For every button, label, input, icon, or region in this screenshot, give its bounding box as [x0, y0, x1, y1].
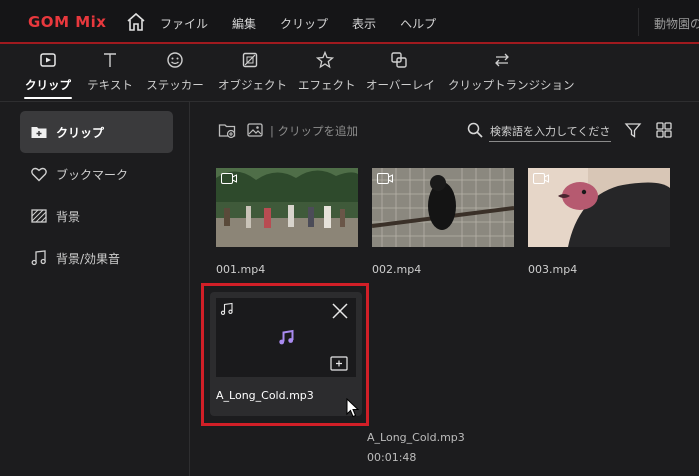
sidebar-item-label: ブックマーク	[56, 168, 129, 182]
search-input[interactable]	[489, 122, 611, 142]
drag-preview-filename: A_Long_Cold.mp3	[367, 431, 465, 444]
grid-view-icon[interactable]	[655, 121, 673, 139]
tab-label: クリップトランジション	[448, 78, 575, 92]
sidebar-item-label: 背景/効果音	[56, 252, 121, 266]
clip-thumbnail-003[interactable]	[528, 168, 670, 247]
effect-icon	[316, 51, 334, 69]
sidebar-item-background[interactable]: 背景	[20, 195, 173, 237]
tab-label: ステッカー	[146, 78, 204, 92]
add-image-icon[interactable]	[246, 121, 264, 139]
tab-label: オブジェクト	[218, 78, 287, 92]
sidebar-item-label: クリップ	[56, 126, 105, 140]
object-icon	[242, 52, 258, 68]
tab-clip[interactable]: クリップ	[20, 46, 76, 102]
tab-clip-transition[interactable]: クリップトランジション	[448, 46, 575, 102]
media-toolbar: クリップ テキスト ステッカー オブジェクト エフェクト オーバーレイ クリップ…	[0, 46, 699, 102]
music-note-icon	[31, 250, 46, 266]
library-toolbar: | クリップを追加	[191, 102, 699, 156]
clip-thumbnail-002[interactable]	[372, 168, 514, 247]
menu-clip[interactable]: クリップ	[280, 15, 328, 32]
app-logo: GOM Mix	[28, 13, 107, 31]
tab-sticker[interactable]: ステッカー	[146, 46, 204, 102]
audio-clip-filename: A_Long_Cold.mp3	[216, 389, 314, 402]
home-icon[interactable]	[125, 12, 147, 32]
video-thumbnail-vulture	[528, 168, 670, 247]
menu-edit[interactable]: 編集	[232, 15, 256, 32]
add-to-timeline-icon[interactable]	[330, 356, 348, 371]
overlay-icon	[391, 52, 407, 68]
add-clip-button[interactable]: | クリップを追加	[270, 123, 358, 139]
music-note-icon	[220, 302, 233, 315]
video-badge-icon	[377, 173, 393, 184]
text-icon	[104, 53, 116, 67]
clip-library: | クリップを追加 検索語を入力してください。 001.mp4 002.mp4 …	[191, 102, 699, 476]
clip-filename: 001.mp4	[216, 263, 266, 276]
sticker-icon	[167, 52, 183, 68]
clip-filename: 003.mp4	[528, 263, 578, 276]
tab-label: テキスト	[87, 78, 133, 92]
sidebar-item-label: 背景	[56, 210, 81, 224]
sidebar-item-bgm-sfx[interactable]: 背景/効果音	[20, 237, 173, 279]
menu-bar: ファイル 編集 クリップ 表示 ヘルプ	[160, 15, 460, 32]
video-badge-icon	[221, 173, 237, 184]
filter-icon[interactable]	[624, 121, 642, 139]
audio-thumbnail	[216, 298, 356, 377]
tab-object[interactable]: オブジェクト	[218, 46, 287, 102]
menu-file[interactable]: ファイル	[160, 15, 208, 32]
title-divider	[638, 8, 639, 36]
sidebar: クリップ ブックマーク 背景 背景/効果音	[0, 102, 190, 476]
heart-icon	[31, 167, 47, 182]
add-folder-icon[interactable]	[218, 121, 236, 139]
tab-overlay[interactable]: オーバーレイ	[366, 46, 435, 102]
menu-help[interactable]: ヘルプ	[400, 15, 436, 32]
clip-filename: 002.mp4	[372, 263, 422, 276]
mouse-cursor-icon	[346, 398, 360, 418]
background-icon	[31, 209, 47, 223]
video-badge-icon	[533, 173, 549, 184]
tab-label: クリップ	[25, 78, 71, 92]
sidebar-item-clip[interactable]: クリップ	[20, 111, 173, 153]
add-folder-icon	[31, 127, 47, 138]
video-thumbnail-caged-bird	[372, 168, 514, 247]
menu-view[interactable]: 表示	[352, 15, 376, 32]
drag-preview-duration: 00:01:48	[367, 451, 417, 464]
tab-label: エフェクト	[298, 78, 356, 92]
video-thumbnail-zoo-crowd	[216, 168, 358, 247]
sidebar-item-bookmark[interactable]: ブックマーク	[20, 153, 173, 195]
transition-icon	[495, 53, 509, 67]
project-title: 動物園の	[654, 17, 699, 31]
clip-icon	[40, 53, 56, 67]
title-bar: GOM Mix ファイル 編集 クリップ 表示 ヘルプ 動物園の	[0, 0, 699, 44]
tab-label: オーバーレイ	[366, 78, 435, 92]
audio-note-icon	[279, 329, 294, 345]
search-icon[interactable]	[466, 121, 484, 139]
clip-thumbnail-001[interactable]	[216, 168, 358, 247]
close-icon[interactable]	[331, 302, 349, 320]
tab-text[interactable]: テキスト	[84, 46, 136, 102]
audio-clip-card[interactable]: A_Long_Cold.mp3	[210, 292, 362, 416]
tab-effect[interactable]: エフェクト	[298, 46, 356, 102]
